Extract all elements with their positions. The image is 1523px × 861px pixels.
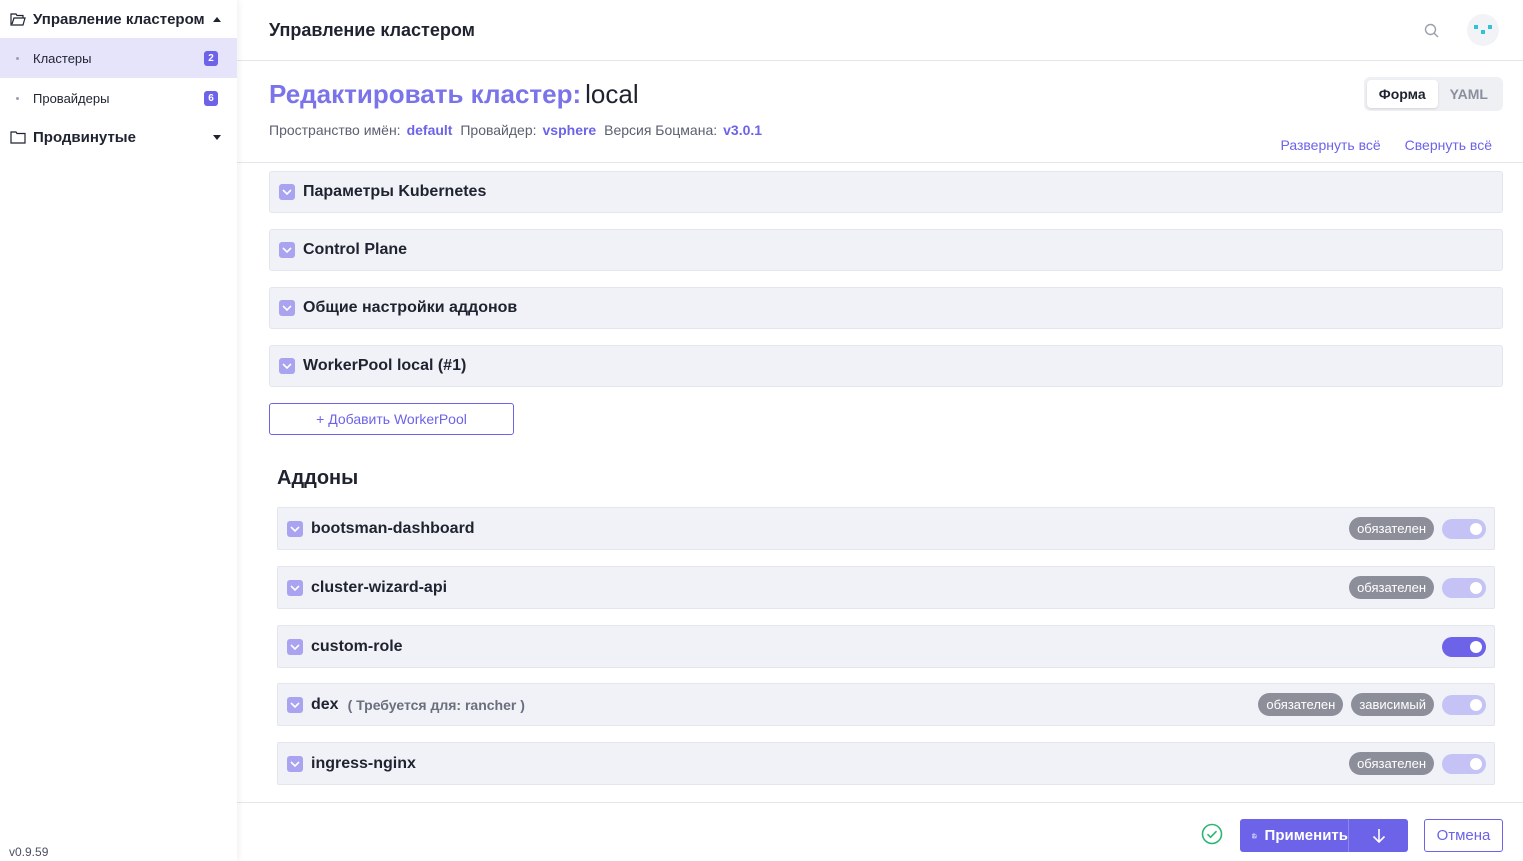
avatar-icon bbox=[1474, 25, 1492, 34]
toggle-knob bbox=[1470, 522, 1482, 535]
caret-up-icon bbox=[213, 16, 221, 22]
addon-name: dex bbox=[311, 695, 339, 713]
page-title: Редактировать кластер: local bbox=[269, 79, 766, 110]
addon-name: bootsman-dashboard bbox=[311, 519, 475, 537]
expand-collapse-links: Развернуть всё Свернуть всё bbox=[1280, 137, 1492, 153]
namespace-value: default bbox=[406, 122, 453, 138]
addon-row-dex[interactable]: dex ( Требуется для: rancher ) обязателе… bbox=[277, 683, 1495, 726]
sidebar-group-cluster-management[interactable]: Управление кластером bbox=[0, 0, 237, 38]
sidebar-item-clusters[interactable]: Кластеры 2 bbox=[0, 38, 237, 78]
version-label: Версия Боцмана: bbox=[604, 122, 718, 138]
provider-value: vsphere bbox=[542, 122, 597, 138]
collapse-all-link[interactable]: Свернуть всё bbox=[1405, 137, 1492, 153]
chevron-down-icon bbox=[279, 184, 295, 200]
apply-button-group: Применить bbox=[1240, 819, 1408, 852]
chevron-down-icon bbox=[287, 755, 303, 772]
chevron-down-icon bbox=[287, 520, 303, 537]
section-title: Control Plane bbox=[303, 241, 408, 258]
chevron-down-icon bbox=[279, 242, 295, 258]
sidebar-group-advanced[interactable]: Продвинутые bbox=[0, 118, 237, 156]
caret-down-icon bbox=[213, 134, 221, 140]
apply-button[interactable]: Применить bbox=[1240, 819, 1348, 852]
add-workerpool-button[interactable]: + Добавить WorkerPool bbox=[269, 403, 514, 435]
chevron-down-icon bbox=[287, 696, 303, 713]
folder-icon bbox=[10, 130, 26, 144]
required-badge: обязателен bbox=[1349, 576, 1434, 599]
provider-label: Провайдер: bbox=[460, 122, 537, 138]
addon-toggle[interactable] bbox=[1442, 636, 1486, 657]
addon-row-cluster-wizard-api[interactable]: cluster-wizard-api обязателен bbox=[277, 566, 1495, 609]
folder-open-icon bbox=[10, 12, 26, 26]
save-icon bbox=[1252, 833, 1257, 838]
page-header: Редактировать кластер: local Пространство… bbox=[269, 79, 766, 138]
toggle-knob bbox=[1470, 581, 1482, 594]
required-badge: обязателен bbox=[1349, 752, 1434, 775]
section-workerpool[interactable]: WorkerPool local (#1) bbox=[269, 345, 1503, 387]
addon-toggle[interactable] bbox=[1442, 577, 1486, 598]
toggle-knob bbox=[1470, 640, 1482, 653]
check-circle-icon bbox=[1201, 823, 1223, 845]
toggle-knob bbox=[1470, 698, 1482, 711]
app-version: v0.9.59 bbox=[9, 845, 49, 859]
apply-label: Применить bbox=[1264, 827, 1348, 844]
arrow-down-icon bbox=[1372, 828, 1385, 843]
header-title: Управление кластером bbox=[269, 19, 475, 40]
addon-toggle[interactable] bbox=[1442, 753, 1486, 774]
sidebar: Управление кластером Кластеры 2 Провайде… bbox=[0, 0, 237, 861]
sidebar-item-providers[interactable]: Провайдеры 6 bbox=[0, 78, 237, 118]
section-kubernetes-params[interactable]: Параметры Kubernetes bbox=[269, 171, 1503, 213]
sidebar-item-label: Кластеры bbox=[33, 50, 92, 66]
addon-name: ingress-nginx bbox=[311, 754, 416, 772]
namespace-label: Пространство имён: bbox=[269, 122, 401, 138]
tab-yaml[interactable]: YAML bbox=[1438, 80, 1500, 108]
chevron-down-icon bbox=[279, 358, 295, 374]
tab-form[interactable]: Форма bbox=[1366, 80, 1438, 108]
addons-title: Аддоны bbox=[277, 467, 359, 489]
addon-requires-note: ( Требуется для: rancher ) bbox=[347, 696, 525, 713]
required-badge: обязателен bbox=[1349, 517, 1434, 540]
search-icon bbox=[1424, 23, 1438, 37]
chevron-down-icon bbox=[279, 300, 295, 316]
cancel-button[interactable]: Отмена bbox=[1424, 819, 1503, 852]
bullet-icon bbox=[16, 96, 19, 100]
cluster-meta: Пространство имён: default Провайдер: vsph… bbox=[269, 122, 766, 138]
addon-toggle[interactable] bbox=[1442, 694, 1486, 715]
count-badge: 2 bbox=[204, 50, 218, 66]
page-title-prefix: Редактировать кластер: bbox=[269, 79, 582, 109]
addon-row-custom-role[interactable]: custom-role bbox=[277, 625, 1495, 668]
addon-row-bootsman-dashboard[interactable]: bootsman-dashboard обязателен bbox=[277, 507, 1495, 550]
section-title: Общие настройки аддонов bbox=[303, 299, 518, 316]
count-badge: 6 bbox=[204, 90, 218, 106]
avatar[interactable] bbox=[1467, 14, 1499, 46]
addon-toggle[interactable] bbox=[1442, 518, 1486, 539]
chevron-down-icon bbox=[287, 579, 303, 596]
section-addon-settings[interactable]: Общие настройки аддонов bbox=[269, 287, 1503, 329]
addon-name: custom-role bbox=[311, 637, 403, 655]
dependent-badge: зависимый bbox=[1351, 693, 1434, 716]
toggle-knob bbox=[1470, 757, 1482, 770]
addon-row-ingress-nginx[interactable]: ingress-nginx обязателен bbox=[277, 742, 1495, 785]
section-control-plane[interactable]: Control Plane bbox=[269, 229, 1503, 271]
section-title: Параметры Kubernetes bbox=[303, 183, 487, 200]
top-bar: Управление кластером bbox=[237, 0, 1523, 61]
view-mode-switch: Форма YAML bbox=[1363, 77, 1503, 111]
sidebar-item-label: Провайдеры bbox=[33, 90, 110, 106]
search-button[interactable] bbox=[1421, 20, 1441, 40]
sidebar-group-label: Продвинутые bbox=[33, 128, 136, 146]
expand-all-link[interactable]: Развернуть всё bbox=[1280, 137, 1380, 153]
footer-bar: Применить Отмена bbox=[237, 802, 1523, 861]
addon-name: cluster-wizard-api bbox=[311, 578, 448, 596]
apply-dropdown-button[interactable] bbox=[1348, 819, 1408, 852]
chevron-down-icon bbox=[287, 638, 303, 655]
section-title: WorkerPool local (#1) bbox=[303, 357, 467, 374]
sidebar-group-label: Управление кластером bbox=[33, 10, 205, 28]
cluster-name: local bbox=[585, 79, 639, 109]
divider bbox=[237, 162, 1523, 163]
bullet-icon bbox=[16, 56, 19, 60]
version-value: v3.0.1 bbox=[723, 122, 763, 138]
main-content: Редактировать кластер: local Пространство… bbox=[237, 61, 1523, 802]
required-badge: обязателен bbox=[1258, 693, 1344, 716]
